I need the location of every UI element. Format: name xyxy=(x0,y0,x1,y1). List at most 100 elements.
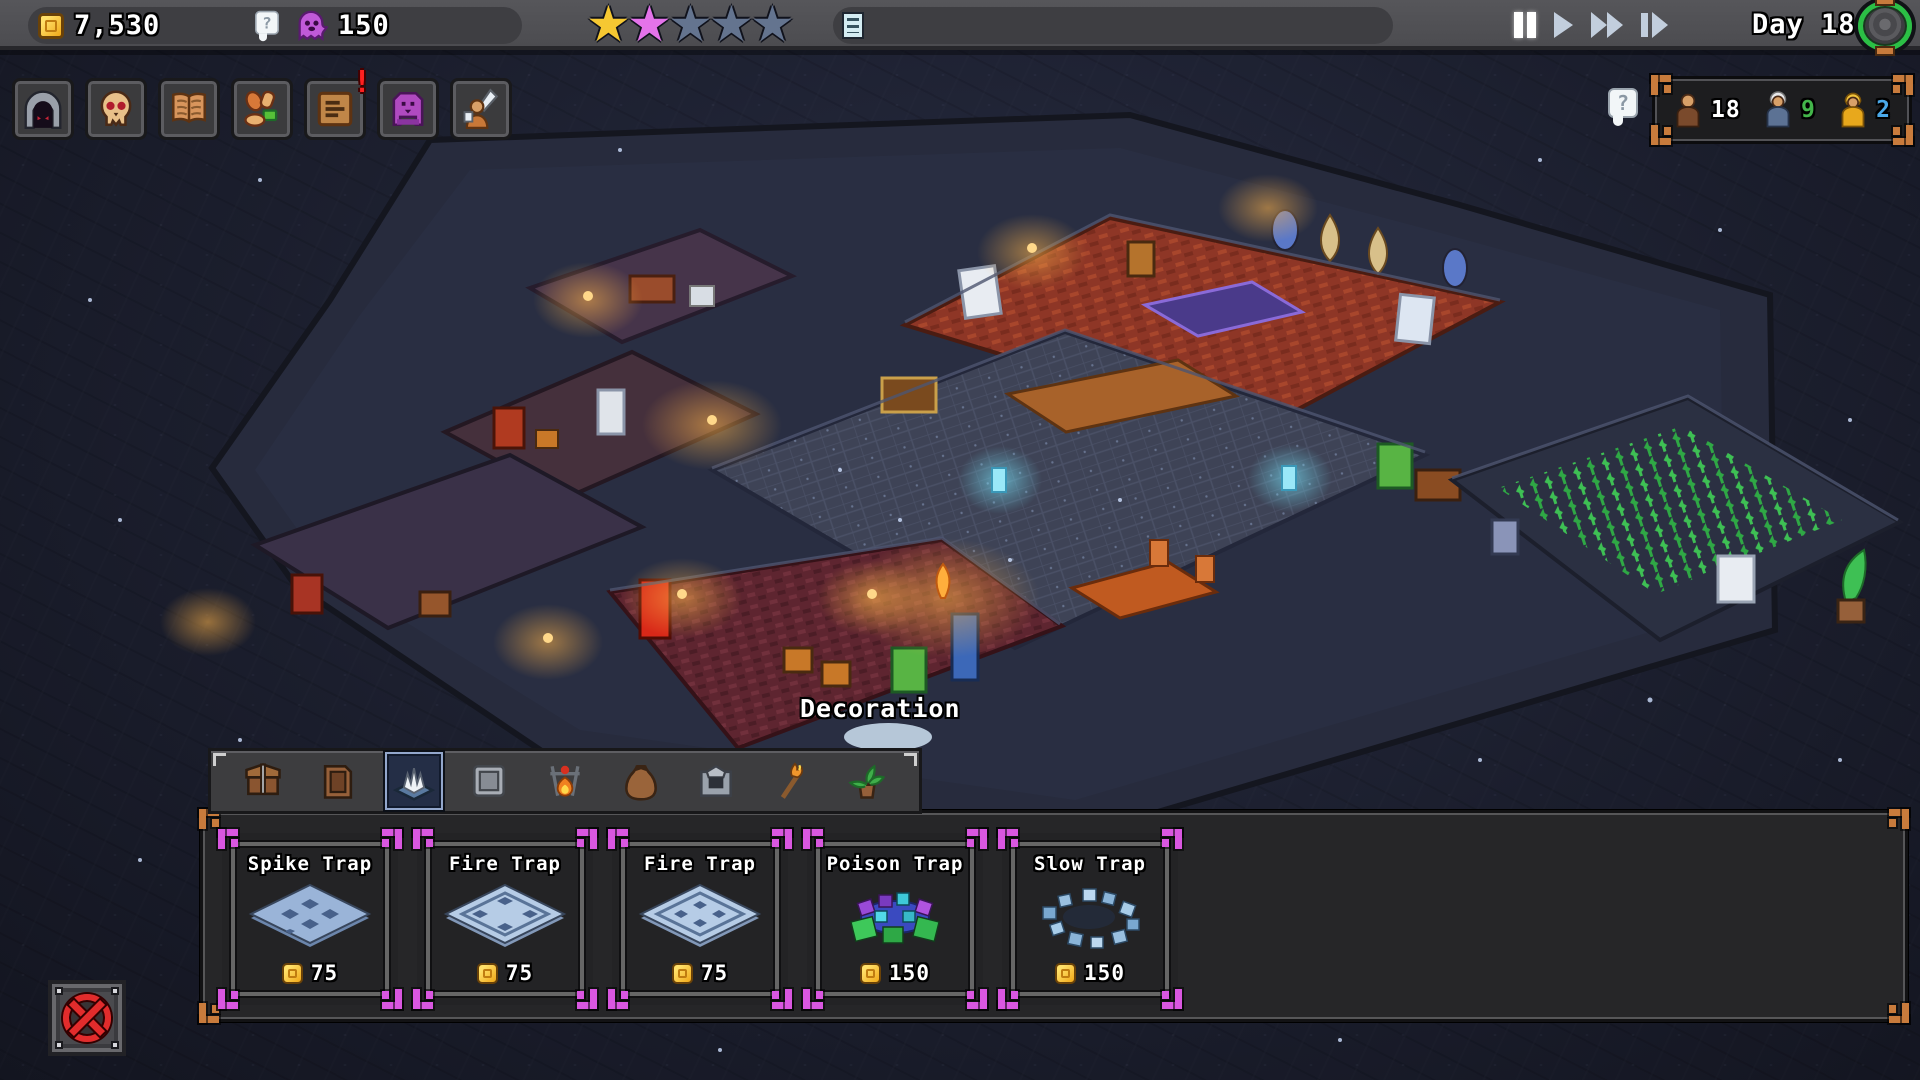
gold-counter: 7,530 xyxy=(38,7,160,44)
card-slow-trap[interactable]: Slow Trap 150 xyxy=(998,829,1178,1005)
fire-trap-plate-image xyxy=(440,875,570,961)
play-button[interactable] xyxy=(1552,10,1575,40)
gold-coin-icon xyxy=(38,12,64,39)
star-gold-icon: ★ xyxy=(586,0,631,53)
day-counter: Day 18 xyxy=(1752,9,1856,40)
gold-coin-icon xyxy=(671,962,693,984)
sack-icon xyxy=(624,765,657,801)
population-help-icon[interactable]: ? xyxy=(1606,88,1640,126)
minions-button[interactable] xyxy=(85,78,147,140)
price-value: 150 xyxy=(889,961,930,985)
hero-figure-icon xyxy=(1841,92,1865,128)
card-price: 150 xyxy=(860,961,930,985)
tab-furnace[interactable] xyxy=(687,752,745,810)
dungeon-gate-icon xyxy=(24,90,62,130)
dungeon-gate-button[interactable] xyxy=(12,78,74,140)
gold-coin-icon xyxy=(1055,962,1077,984)
skull-icon xyxy=(100,90,132,127)
worker-figure-icon xyxy=(1676,93,1700,128)
star-pink-icon: ★ xyxy=(627,0,672,53)
card-fire-trap-2[interactable]: Fire Trap 75 xyxy=(608,829,788,1005)
chest-icon xyxy=(244,763,281,796)
elder-count-value: 9 xyxy=(1800,97,1816,123)
open-book-icon xyxy=(172,92,206,124)
gold-coin-icon xyxy=(860,962,882,984)
tab-chest[interactable] xyxy=(234,752,292,810)
main-toolbar: ! xyxy=(12,65,512,140)
worker-count-value: 18 xyxy=(1711,97,1741,123)
dark-altar-icon xyxy=(392,92,424,126)
elder-count: 9 xyxy=(1763,90,1816,130)
gold-coin-icon xyxy=(476,962,498,984)
card-poison-trap[interactable]: Poison Trap 150 xyxy=(803,829,983,1005)
card-title: Fire Trap xyxy=(449,853,561,875)
tab-torch[interactable] xyxy=(763,752,821,810)
hero-sword-icon xyxy=(463,88,499,129)
build-item-cards: Spike Trap 75 Fire Trap 75 Fire Trap 75 … xyxy=(218,829,1178,1005)
cancel-placement-button[interactable] xyxy=(48,980,126,1056)
card-title: Spike Trap xyxy=(247,853,373,875)
tab-door[interactable] xyxy=(309,752,367,810)
tab-potted-plant[interactable] xyxy=(838,752,896,810)
pressure-plate-icon xyxy=(473,765,506,797)
souls-counter: ? 150 xyxy=(250,7,390,44)
souls-value: 150 xyxy=(338,10,390,41)
notice-board-icon xyxy=(317,91,353,127)
price-value: 75 xyxy=(700,961,729,985)
codex-button[interactable] xyxy=(158,78,220,140)
tab-pressure-plate[interactable] xyxy=(460,752,518,810)
fast-forward-button[interactable] xyxy=(1589,10,1625,40)
card-title: Poison Trap xyxy=(826,853,964,875)
cancel-x-icon xyxy=(63,994,111,1042)
altar-button[interactable] xyxy=(377,78,439,140)
step-forward-button[interactable] xyxy=(1639,10,1670,40)
poison-trap-image xyxy=(835,875,955,961)
torch-icon xyxy=(780,762,803,799)
hero-count-value: 2 xyxy=(1876,97,1891,123)
resources-button[interactable] xyxy=(231,78,293,140)
card-title: Fire Trap xyxy=(644,853,756,875)
food-icon xyxy=(244,90,278,127)
furnace-icon xyxy=(700,765,732,797)
placement-tooltip: Decoration xyxy=(800,694,961,723)
help-bubble-icon[interactable]: ? xyxy=(253,10,280,41)
heroes-button[interactable] xyxy=(450,78,512,140)
soul-ghost-icon xyxy=(298,10,328,41)
alert-badge: ! xyxy=(352,65,371,100)
worker-count: 18 xyxy=(1673,90,1741,130)
card-price: 75 xyxy=(476,961,533,985)
placement-cursor xyxy=(844,723,932,751)
elder-figure-icon xyxy=(1766,91,1790,128)
tab-campfire[interactable] xyxy=(536,752,594,810)
spike-trap-plate-image xyxy=(245,875,375,961)
fire-trap-plate-image xyxy=(635,875,765,961)
price-value: 150 xyxy=(1084,961,1125,985)
quest-progress-bar[interactable] xyxy=(833,7,1393,44)
door-icon xyxy=(324,765,353,799)
card-price: 75 xyxy=(281,961,339,985)
top-hud-bar: 7,530 ? 150 ★ ★ ★ ★ ★ Day 18 xyxy=(0,0,1920,53)
tab-sack[interactable] xyxy=(612,752,670,810)
build-menu-tabs xyxy=(208,748,922,814)
dungeon-rating-stars: ★ ★ ★ ★ ★ xyxy=(586,0,795,53)
population-panel: 18 9 2 xyxy=(1651,75,1912,144)
price-value: 75 xyxy=(310,961,339,985)
slow-trap-image xyxy=(1027,875,1153,961)
resource-bar: 7,530 ? 150 xyxy=(28,7,522,44)
card-price: 150 xyxy=(1055,961,1125,985)
card-price: 75 xyxy=(671,961,729,985)
hero-count: 2 xyxy=(1838,90,1891,130)
card-spike-trap[interactable]: Spike Trap 75 xyxy=(218,829,398,1005)
gold-coin-icon xyxy=(281,962,303,984)
campfire-icon xyxy=(550,765,580,797)
time-controls xyxy=(1512,8,1670,42)
tab-spike-trap[interactable] xyxy=(384,752,443,810)
card-title: Slow Trap xyxy=(1034,853,1146,875)
star-empty-icon: ★ xyxy=(750,0,795,53)
card-fire-trap-1[interactable]: Fire Trap 75 xyxy=(413,829,593,1005)
quest-list-icon xyxy=(842,12,864,39)
menu-orb-button[interactable] xyxy=(1858,1,1912,51)
pause-button[interactable] xyxy=(1512,10,1538,40)
notice-board-button[interactable]: ! xyxy=(304,65,371,140)
gold-value: 7,530 xyxy=(74,10,161,41)
